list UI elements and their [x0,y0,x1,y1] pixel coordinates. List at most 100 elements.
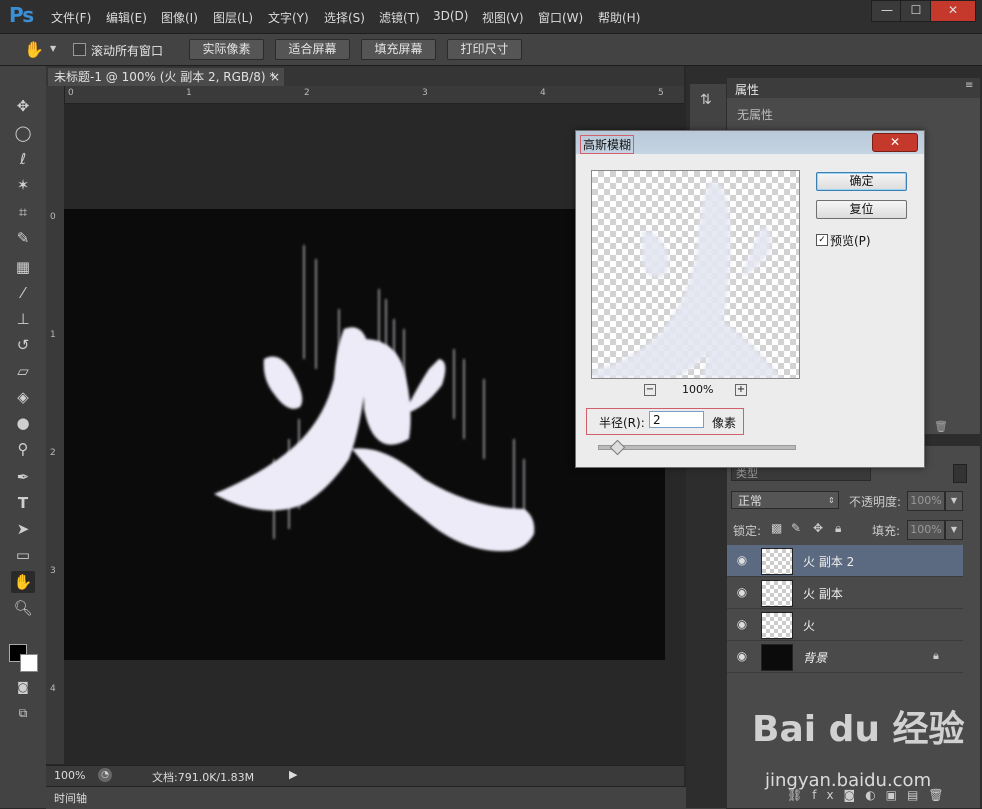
visibility-eye-icon[interactable]: ◉ [735,553,749,567]
dialog-close-button[interactable]: ✕ [872,133,918,152]
menu-layer[interactable]: 图层(L) [213,9,253,26]
healing-brush-icon[interactable]: ▦ [11,256,35,278]
menu-3d[interactable]: 3D(D) [433,9,468,23]
document-tab[interactable]: 未标题-1 @ 100% (火 副本 2, RGB/8) * × [48,68,284,86]
menu-file[interactable]: 文件(F) [51,9,91,26]
lock-transparent-icon[interactable]: ▩ [771,521,782,535]
radius-input[interactable]: 2 [649,411,704,428]
zoom-in-button[interactable]: + [735,384,747,396]
menu-filter[interactable]: 滤镜(T) [379,9,420,26]
ok-button[interactable]: 确定 [816,172,907,191]
pen-tool-icon[interactable]: ✒ [11,466,35,488]
timeline-label[interactable]: 时间轴 [54,790,87,806]
layer-name: 火 副本 2 [803,555,855,569]
path-select-icon[interactable]: ➤ [11,518,35,540]
magic-wand-icon[interactable]: ✶ [11,174,35,196]
zoom-out-button[interactable]: − [644,384,656,396]
trash-icon[interactable]: 🗑︎ [934,420,948,433]
lock-label: 锁定: [733,524,762,538]
zoom-level[interactable]: 100% [54,769,85,782]
opacity-chevron-icon[interactable]: ▼ [945,491,963,511]
properties-tab[interactable]: 属性 [735,81,759,98]
layer-name: 火 [803,619,816,633]
dodge-tool-icon[interactable]: ⚲ [11,438,35,460]
menu-help[interactable]: 帮助(H) [598,9,640,26]
reset-button[interactable]: 复位 [816,200,907,219]
rectangle-tool-icon[interactable]: ▭ [11,544,35,566]
quick-mask-icon[interactable]: ◙ [11,676,35,698]
scroll-all-checkbox[interactable] [73,43,86,56]
eyedropper-icon[interactable]: ✎ [11,227,35,249]
layer-thumbnail [761,644,793,671]
layer-row[interactable]: ◉ 火 副本 2 [727,545,963,577]
visibility-eye-icon[interactable]: ◉ [735,649,749,663]
visibility-eye-icon[interactable]: ◉ [735,617,749,631]
fit-screen-button[interactable]: 适合屏幕 [275,39,350,60]
visibility-eye-icon[interactable]: ◉ [735,585,749,599]
opacity-field[interactable]: 100% [907,491,945,511]
fill-field[interactable]: 100% [907,520,945,540]
ruler-tick: 4 [540,88,546,98]
crop-tool-icon[interactable]: ⌗ [11,201,35,223]
clone-stamp-icon[interactable]: ⊥ [11,308,35,330]
preview-checkbox[interactable]: ✓ [816,234,828,246]
screen-mode-icon[interactable]: ⧉ [11,702,35,724]
menu-image[interactable]: 图像(I) [161,9,198,26]
lock-position-icon[interactable]: ✥ [813,521,823,535]
status-menu-arrow-icon[interactable]: ▶ [289,768,297,781]
marquee-tool-icon[interactable]: ◯ [11,122,35,144]
tab-close-icon[interactable]: × [270,68,280,86]
fill-chevron-icon[interactable]: ▼ [945,520,963,540]
radius-unit: 像素 [712,416,737,430]
menu-select[interactable]: 选择(S) [324,9,365,26]
ruler-tick: 0 [68,88,74,98]
brush-tool-icon[interactable]: ⁄ [11,282,35,304]
status-info-icon[interactable]: ◔ [98,768,112,782]
dialog-titlebar[interactable]: 高斯模糊 ✕ [576,131,924,154]
ruler-tick: 2 [50,448,56,458]
paint-bucket-icon[interactable]: ◈ [11,386,35,408]
menu-type[interactable]: 文字(Y) [268,9,309,26]
type-tool-icon[interactable]: T [11,492,35,514]
zoom-tool-icon[interactable]: 🔍︎ [11,597,35,619]
maximize-button[interactable]: ☐ [900,0,932,22]
history-brush-icon[interactable]: ↺ [11,334,35,356]
preview-label: 预览(P) [830,234,871,248]
timeline-panel: 时间轴 [46,786,726,809]
layer-thumbnail [761,612,793,639]
radius-label: 半径(R): [599,416,645,430]
filter-toggle-icon[interactable] [953,464,967,483]
radius-slider-track[interactable] [598,445,796,450]
history-panel-icon[interactable]: ⇅ [700,92,712,108]
hand-tool-icon[interactable]: ✋ [24,40,44,59]
ruler-tick: 1 [186,88,192,98]
minimize-button[interactable]: — [871,0,903,22]
hand-tool-active-icon[interactable]: ✋ [11,571,35,593]
print-size-button[interactable]: 打印尺寸 [447,39,522,60]
fill-screen-button[interactable]: 填充屏幕 [361,39,436,60]
close-window-button[interactable]: ✕ [930,0,976,22]
document-size-info: 文档:791.0K/1.83M [152,771,255,784]
layer-row[interactable]: ◉ 背景 🔒︎ [727,641,963,673]
radius-slider-thumb[interactable] [609,439,626,456]
background-color-swatch[interactable] [20,654,38,672]
horizontal-ruler: 0 1 2 3 4 5 [64,86,684,104]
blur-preview[interactable] [591,170,800,379]
actual-pixels-button[interactable]: 实际像素 [189,39,264,60]
menu-edit[interactable]: 编辑(E) [106,9,147,26]
ruler-tick: 2 [304,88,310,98]
layer-row[interactable]: ◉ 火 副本 [727,577,963,609]
preview-artwork [592,181,782,378]
panel-menu-icon[interactable]: ≡ [965,80,973,91]
eraser-tool-icon[interactable]: ▱ [11,360,35,382]
tool-preset-chevron-icon[interactable]: ▼ [50,44,56,53]
lock-all-icon[interactable]: 🔒︎ [835,521,841,536]
lock-image-icon[interactable]: ✎ [791,521,801,535]
blur-tool-icon[interactable]: ● [11,412,35,434]
lasso-tool-icon[interactable]: ℓ [11,148,35,170]
menu-window[interactable]: 窗口(W) [538,9,583,26]
move-tool-icon[interactable]: ✥ [11,95,35,117]
menu-view[interactable]: 视图(V) [482,9,524,26]
blend-mode-select[interactable]: 正常 ⇕ [731,491,839,509]
layer-row[interactable]: ◉ 火 [727,609,963,641]
